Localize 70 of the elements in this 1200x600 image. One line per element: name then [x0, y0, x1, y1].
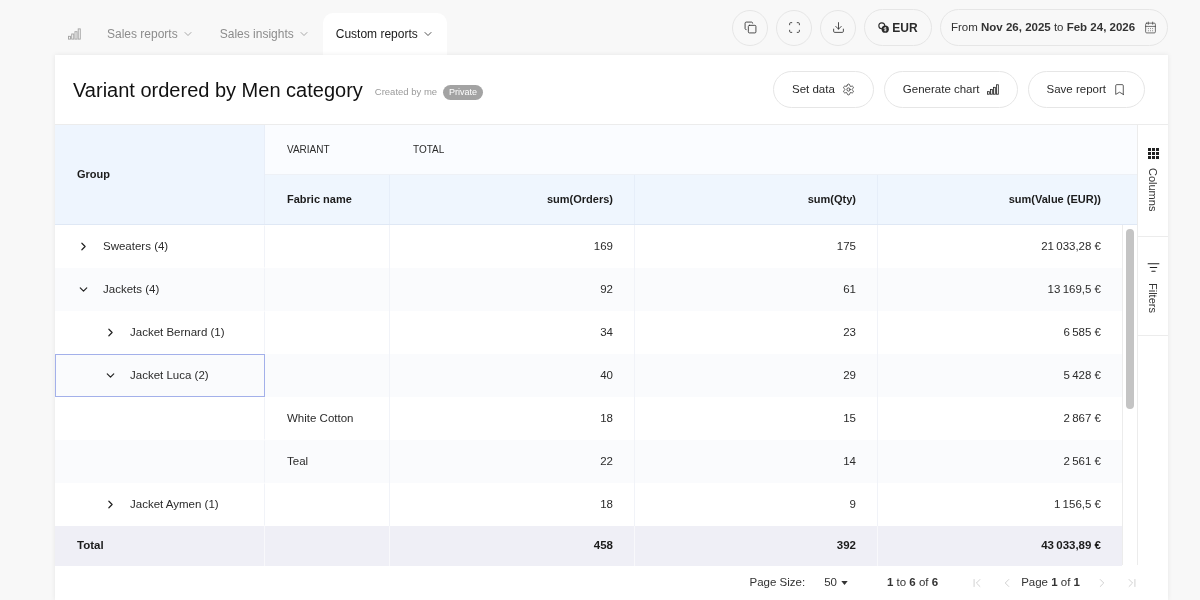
- table-cell-text: Total: [77, 538, 104, 554]
- download-icon: [831, 21, 845, 34]
- row-range-text: 1 to 6 of 6: [886, 574, 939, 590]
- table-row[interactable]: Jackets (4) 92 61 13 169,5 €: [55, 268, 1122, 311]
- column-header: sum(Orders): [390, 174, 635, 224]
- bar-chart-icon: [986, 84, 999, 95]
- table-cell-text: 13 169,5 €: [1047, 281, 1101, 297]
- column-group-label: TOTAL: [413, 143, 445, 155]
- table-cell-text: 23: [843, 324, 856, 340]
- nav-tab[interactable]: Custom reports: [322, 13, 447, 55]
- focused-cell[interactable]: Jacket Luca (2): [55, 354, 265, 397]
- column-header: sum(Qty): [635, 174, 878, 224]
- table-cell-text: 92: [600, 281, 613, 297]
- table-cell-text: 43 033,89 €: [1041, 538, 1101, 554]
- group-label: Jackets (4): [103, 281, 160, 297]
- page-size-select[interactable]: 50: [824, 573, 848, 592]
- table-cell-text: 169: [593, 238, 613, 254]
- grid-icon: [1147, 148, 1159, 159]
- column-header: Fabric name: [265, 174, 390, 224]
- table-cell-text: White Cotton: [287, 410, 354, 426]
- currency-button[interactable]: EUR: [864, 9, 932, 46]
- page-indicator: Page 1 of 1: [1021, 574, 1080, 590]
- bar-chart-icon[interactable]: [68, 28, 81, 40]
- scrollbar-thumb[interactable]: [1126, 229, 1134, 409]
- table-row[interactable]: Jacket Luca (2) 40 29 5 428 €: [55, 354, 1122, 397]
- table-cell-text: 34: [600, 324, 613, 340]
- bookmark-icon: [1113, 83, 1126, 96]
- group-label: Jacket Luca (2): [130, 367, 209, 383]
- group-label: Jacket Aymen (1): [130, 496, 219, 512]
- columns-panel-button[interactable]: Columns: [1138, 125, 1168, 237]
- table-cell-text: 392: [836, 538, 856, 554]
- table-cell-text: 15: [843, 410, 856, 426]
- table-cell-text: 40: [600, 367, 613, 383]
- filters-panel-button[interactable]: Filters: [1138, 237, 1168, 336]
- report-title: Variant ordered by Men category: [73, 77, 363, 103]
- settings-icon: [841, 83, 855, 96]
- column-group-label: VARIANT: [287, 143, 330, 155]
- table-cell-text: 2 867 €: [1063, 410, 1101, 426]
- table-cell-text: Teal: [287, 453, 309, 469]
- table-cell-text: 22: [600, 453, 613, 469]
- table-cell-text: 61: [843, 281, 856, 297]
- visibility-badge: Private: [443, 85, 484, 100]
- page-size-label: Page Size:: [749, 574, 806, 590]
- copy-button[interactable]: [732, 9, 768, 46]
- table-cell-text: 1 156,5 €: [1053, 496, 1101, 512]
- coins-icon: [878, 22, 890, 33]
- group-label: Jacket Bernard (1): [130, 324, 225, 340]
- table-cell-text: 175: [836, 238, 856, 254]
- calendar-icon: [1144, 21, 1157, 34]
- group-label: Sweaters (4): [103, 238, 169, 254]
- table-cell-text: 5 428 €: [1063, 367, 1101, 383]
- table-cell-text: 6 585 €: [1063, 324, 1101, 340]
- column-header: Group: [55, 125, 265, 224]
- copy-icon: [743, 21, 757, 34]
- table-cell-text: 18: [600, 496, 613, 512]
- table-cell-text: 18: [600, 410, 613, 426]
- table-cell-text: 9: [849, 496, 856, 512]
- table-row[interactable]: Teal 22 14 2 561 €: [55, 440, 1122, 483]
- table-cell-text: 29: [843, 367, 856, 383]
- fullscreen-icon: [787, 21, 801, 34]
- created-by-label: Created by me: [374, 85, 438, 100]
- table-cell-text: 458: [593, 538, 613, 554]
- download-button[interactable]: [820, 9, 856, 46]
- date-range-button[interactable]: From Nov 26, 2025 to Feb 24, 2026: [940, 9, 1168, 46]
- filter-icon: [1146, 261, 1160, 274]
- caret-down-icon: [840, 580, 848, 585]
- table-cell-text: 14: [843, 453, 856, 469]
- table-cell-text: 2 561 €: [1063, 453, 1101, 469]
- column-header: sum(Value (EUR)): [1007, 192, 1102, 207]
- table-cell-text: 21 033,28 €: [1041, 238, 1101, 254]
